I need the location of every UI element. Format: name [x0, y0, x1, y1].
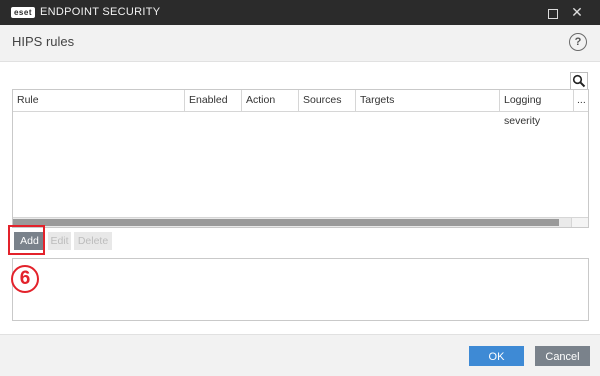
rule-details-panel	[12, 258, 589, 321]
page-title: HIPS rules	[12, 34, 75, 49]
table-header: Rule Enabled Action Sources Targets Logg…	[13, 90, 588, 127]
column-header-sources[interactable]: Sources	[299, 90, 356, 111]
edit-button[interactable]: Edit	[48, 232, 71, 250]
column-header-rule[interactable]: Rule	[13, 90, 185, 111]
horizontal-scrollbar[interactable]	[13, 217, 588, 227]
maximize-icon	[548, 8, 558, 19]
header-bar	[0, 25, 600, 62]
step-number-badge: 6	[11, 265, 39, 293]
column-header-action[interactable]: Action	[242, 90, 299, 111]
rules-table[interactable]: Rule Enabled Action Sources Targets Logg…	[12, 89, 589, 228]
close-button[interactable]: ✕	[562, 0, 592, 25]
column-header-targets[interactable]: Targets	[356, 90, 500, 111]
ok-button[interactable]: OK	[469, 346, 524, 366]
column-header-enabled[interactable]: Enabled	[185, 90, 242, 111]
column-header-logging-severity[interactable]: Logging severity	[500, 90, 574, 127]
cancel-button[interactable]: Cancel	[535, 346, 590, 366]
scrollbar-thumb[interactable]	[13, 219, 559, 226]
scrollbar-corner	[571, 218, 588, 227]
help-icon[interactable]: ?	[569, 33, 587, 51]
magnifier-icon	[572, 74, 586, 88]
eset-logo: eset	[11, 7, 35, 18]
search-button[interactable]	[570, 72, 588, 90]
app-title: ENDPOINT SECURITY	[40, 6, 161, 18]
add-highlight-annotation	[8, 225, 45, 255]
column-header-more[interactable]: ...	[574, 90, 588, 111]
delete-button[interactable]: Delete	[74, 232, 112, 250]
title-bar: eset ENDPOINT SECURITY ✕	[0, 0, 600, 25]
